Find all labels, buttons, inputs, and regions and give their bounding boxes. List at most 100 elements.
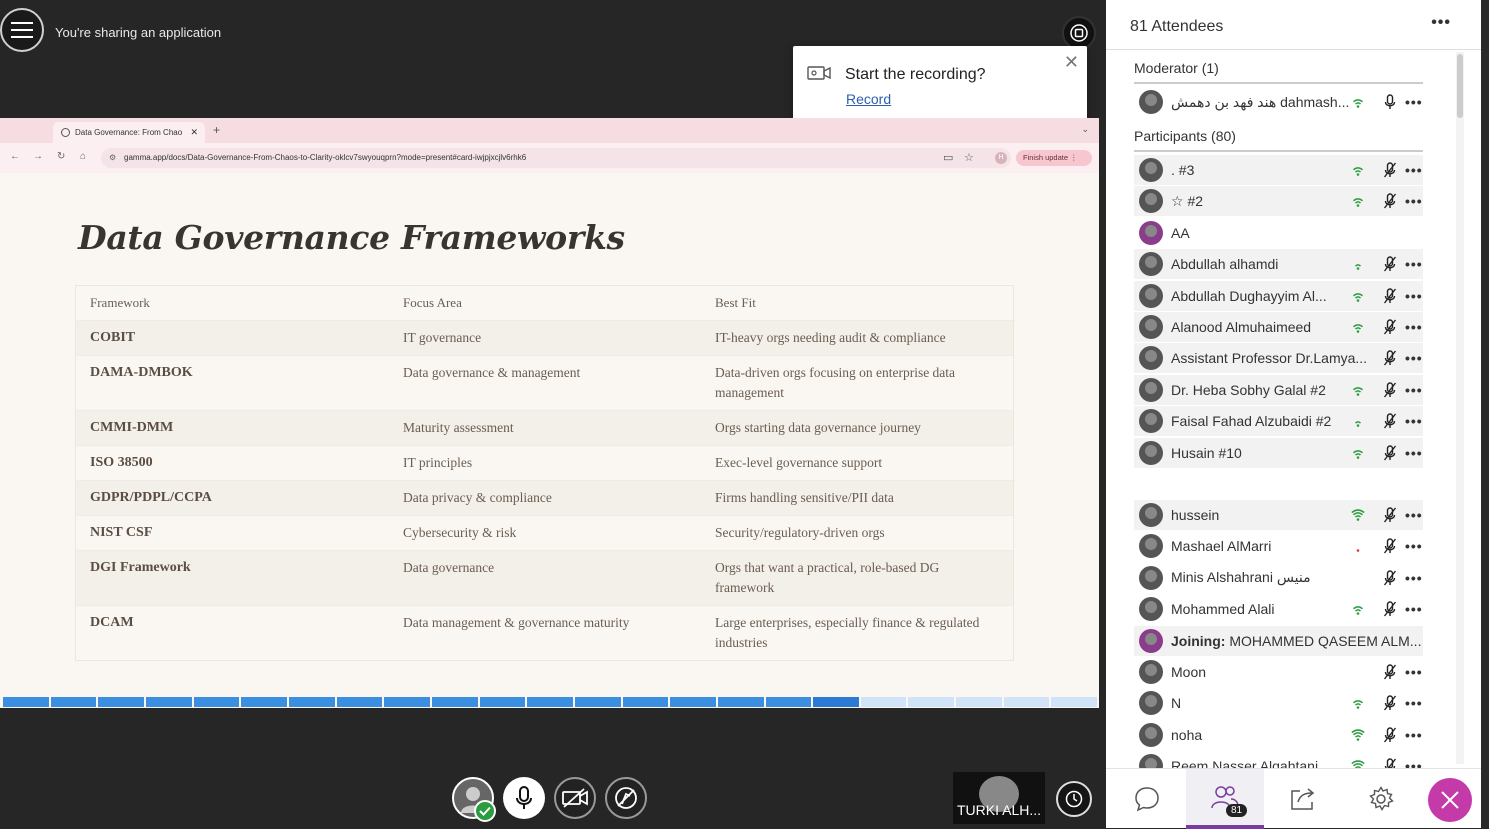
- attendee-row[interactable]: hussein •••: [1134, 500, 1423, 530]
- progress-segment[interactable]: [336, 697, 383, 707]
- attendee-row[interactable]: Minis Alshahrani منيس •••: [1134, 563, 1423, 593]
- browser-tab[interactable]: Data Governance: From Chao ✕: [53, 122, 205, 143]
- progress-segment[interactable]: [50, 697, 97, 707]
- progress-segment[interactable]: [908, 697, 955, 707]
- mic-muted-icon[interactable]: [1383, 193, 1397, 209]
- url-field[interactable]: ⚙ gamma.app/docs/Data-Governance-From-Ch…: [101, 148, 1011, 168]
- attendee-more-icon[interactable]: •••: [1405, 507, 1423, 523]
- attendee-row[interactable]: Moon •••: [1134, 657, 1423, 687]
- progress-segment[interactable]: [622, 697, 669, 707]
- progress-segment[interactable]: [1003, 697, 1050, 707]
- attendee-row[interactable]: Dr. Heba Sobhy Galal #2 •••: [1134, 374, 1423, 405]
- progress-segment[interactable]: [3, 697, 49, 707]
- mic-muted-icon[interactable]: [1383, 256, 1397, 272]
- tab-list-chevron-icon[interactable]: ⌄: [1081, 124, 1089, 135]
- attendee-row[interactable]: Abdullah alhamdi •••: [1134, 249, 1423, 280]
- mic-muted-icon[interactable]: [1383, 382, 1397, 398]
- mic-muted-icon[interactable]: [1383, 507, 1397, 523]
- attendees-more-icon[interactable]: •••: [1431, 14, 1451, 32]
- mic-muted-icon[interactable]: [1383, 601, 1397, 617]
- home-icon[interactable]: ⌂: [80, 151, 86, 162]
- attendee-row[interactable]: Alanood Almuhaimeed •••: [1134, 312, 1423, 342]
- progress-segment[interactable]: [527, 697, 573, 707]
- mic-muted-icon[interactable]: [1383, 727, 1397, 743]
- attendee-more-icon[interactable]: •••: [1405, 445, 1423, 461]
- attendee-more-icon[interactable]: •••: [1405, 695, 1423, 711]
- progress-segment[interactable]: [813, 697, 859, 707]
- attendee-more-icon[interactable]: •••: [1405, 727, 1423, 743]
- attendee-row[interactable]: . #3 •••: [1134, 155, 1423, 185]
- attendee-row[interactable]: AA: [1134, 218, 1423, 248]
- attendee-more-icon[interactable]: •••: [1405, 350, 1423, 366]
- progress-segment[interactable]: [479, 697, 526, 707]
- progress-segment[interactable]: [193, 697, 240, 707]
- attendee-row[interactable]: Assistant Professor Dr.Lamya... •••: [1134, 343, 1423, 374]
- camera-button[interactable]: [554, 777, 596, 819]
- mic-muted-icon[interactable]: [1383, 287, 1397, 304]
- chat-button[interactable]: [1108, 769, 1186, 829]
- session-menu-button[interactable]: [0, 8, 44, 52]
- progress-segment[interactable]: [145, 697, 192, 707]
- progress-segment[interactable]: [1051, 697, 1098, 707]
- mic-muted-icon[interactable]: [1383, 350, 1397, 366]
- attendee-more-icon[interactable]: •••: [1405, 601, 1423, 617]
- progress-segment[interactable]: [860, 697, 907, 707]
- attendee-row[interactable]: Husain #10 •••: [1134, 437, 1423, 468]
- attendee-row[interactable]: N •••: [1134, 688, 1423, 718]
- site-info-icon[interactable]: ⚙: [109, 148, 116, 168]
- attendee-more-icon[interactable]: •••: [1405, 664, 1423, 680]
- scrollbar-thumb[interactable]: [1457, 54, 1463, 118]
- stop-sharing-button[interactable]: [1062, 16, 1096, 50]
- timer-button[interactable]: [1056, 781, 1092, 817]
- progress-segment[interactable]: [98, 697, 144, 707]
- attendee-more-icon[interactable]: •••: [1405, 256, 1423, 272]
- attendee-more-icon[interactable]: •••: [1405, 319, 1423, 335]
- attendee-more-icon[interactable]: •••: [1405, 162, 1423, 178]
- profile-avatar[interactable]: H: [995, 152, 1007, 164]
- raise-hand-button[interactable]: [605, 777, 647, 819]
- mic-muted-icon[interactable]: [1383, 319, 1397, 335]
- tab-close-icon[interactable]: ✕: [190, 127, 198, 138]
- mic-muted-icon[interactable]: [1383, 444, 1397, 461]
- attendee-row[interactable]: Faisal Fahad Alzubaidi #2 •••: [1134, 406, 1423, 437]
- back-arrow-icon[interactable]: ←: [10, 151, 20, 162]
- active-speaker-tile[interactable]: TURKI ALH...: [953, 772, 1045, 824]
- close-icon[interactable]: ✕: [1064, 52, 1079, 73]
- progress-segment[interactable]: [241, 697, 287, 707]
- slide-progress-bar[interactable]: [3, 697, 1098, 707]
- close-panel-button[interactable]: [1428, 778, 1472, 822]
- mic-muted-icon[interactable]: [1383, 664, 1397, 680]
- attendees-tab-button[interactable]: 81: [1186, 769, 1264, 829]
- progress-segment[interactable]: [956, 697, 1002, 707]
- cast-icon[interactable]: ▭: [943, 151, 953, 164]
- progress-segment[interactable]: [288, 697, 335, 707]
- attendee-row[interactable]: noha •••: [1134, 720, 1423, 750]
- attendee-row[interactable]: ☆ #2 •••: [1134, 186, 1423, 217]
- mic-muted-icon[interactable]: [1383, 570, 1397, 586]
- attendee-row[interactable]: Joining: MOHAMMED QASEEM ALM...: [1134, 625, 1423, 656]
- attendee-more-icon[interactable]: •••: [1405, 193, 1423, 209]
- progress-segment[interactable]: [384, 697, 430, 707]
- attendee-more-icon[interactable]: •••: [1405, 288, 1423, 304]
- attendee-row[interactable]: Mashael AlMarri •••: [1134, 531, 1423, 561]
- attendee-more-icon[interactable]: •••: [1405, 413, 1423, 429]
- mic-muted-icon[interactable]: [1383, 538, 1397, 554]
- mic-muted-icon[interactable]: [1383, 695, 1397, 711]
- share-content-button[interactable]: [1264, 769, 1342, 829]
- attendee-row[interactable]: Mohammed Alali •••: [1134, 594, 1423, 624]
- progress-segment[interactable]: [431, 697, 478, 707]
- record-link[interactable]: Record: [846, 91, 891, 107]
- bookmark-star-icon[interactable]: ☆: [964, 151, 974, 164]
- new-tab-icon[interactable]: +: [213, 123, 220, 137]
- progress-segment[interactable]: [574, 697, 621, 707]
- attendee-more-icon[interactable]: •••: [1405, 382, 1423, 398]
- attendee-more-icon[interactable]: •••: [1405, 570, 1423, 586]
- mic-muted-icon[interactable]: [1383, 413, 1397, 429]
- finish-update-button[interactable]: Finish update ⋮: [1016, 150, 1092, 166]
- microphone-button[interactable]: [503, 777, 545, 819]
- progress-segment[interactable]: [765, 697, 812, 707]
- attendee-more-icon[interactable]: •••: [1405, 538, 1423, 554]
- attendee-row[interactable]: Abdullah Dughayyim Al... •••: [1134, 280, 1423, 311]
- mic-icon[interactable]: [1383, 94, 1397, 110]
- progress-segment[interactable]: [670, 697, 716, 707]
